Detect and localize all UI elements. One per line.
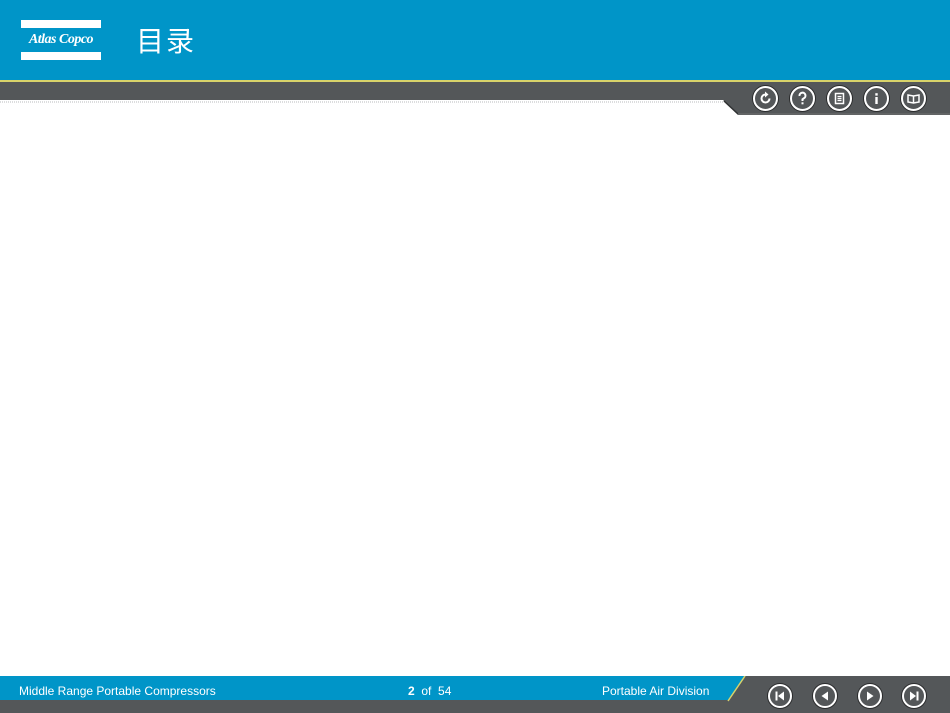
contents-icon[interactable] [827,86,852,111]
page-of-label: of [421,684,432,698]
page-total: 54 [438,684,452,698]
footer-title: Middle Range Portable Compressors [19,684,216,698]
page-current: 2 [408,684,415,698]
first-page-icon [775,691,784,701]
page-title: 目录 [136,25,197,58]
help-icon[interactable] [790,86,815,111]
last-page-icon [910,691,919,701]
previous-page-icon [821,691,828,701]
info-icon[interactable] [864,86,889,111]
last-page-button[interactable] [902,684,926,708]
next-page-button[interactable] [858,684,882,708]
book-icon[interactable] [901,86,926,111]
atlas-copco-logo: Atlas Copco [21,20,101,60]
logo-bar-bottom [21,52,101,60]
page-counter: 2 of 54 [408,684,451,698]
logo-bar-top [21,20,101,28]
first-page-button[interactable] [768,684,792,708]
logo-wordmark: Atlas Copco [28,32,94,47]
previous-page-button[interactable] [813,684,837,708]
header-bar: Atlas Copco 目录 [0,0,950,80]
division-label: Portable Air Division [602,684,710,698]
next-page-icon [867,691,874,701]
refresh-icon[interactable] [753,86,778,111]
